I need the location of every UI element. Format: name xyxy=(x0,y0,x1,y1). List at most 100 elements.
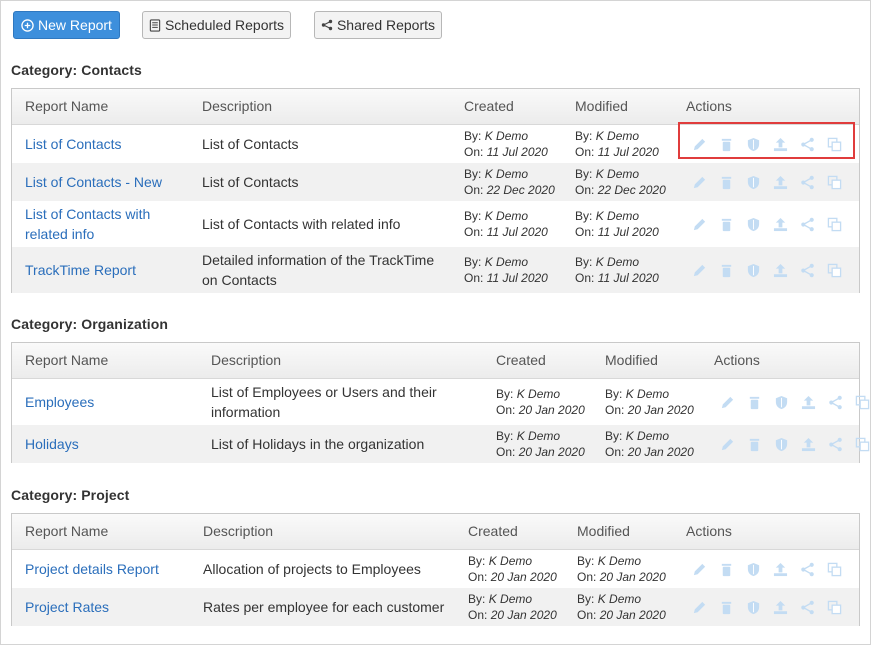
pencil-icon[interactable] xyxy=(686,172,713,192)
upload-icon[interactable] xyxy=(795,434,822,454)
row-actions xyxy=(686,597,848,617)
trash-icon[interactable] xyxy=(713,559,740,579)
modified-info: By: K Demo On: 11 Jul 2020 xyxy=(575,129,659,159)
upload-icon[interactable] xyxy=(767,260,794,280)
table-row: Employees List of Employees or Users and … xyxy=(12,379,870,425)
copy-icon[interactable] xyxy=(849,392,871,412)
copy-icon[interactable] xyxy=(821,214,848,234)
row-actions xyxy=(686,214,848,234)
table-row: Holidays List of Holidays in the organiza… xyxy=(12,425,870,463)
share-icon[interactable] xyxy=(822,392,849,412)
shield-icon[interactable] xyxy=(740,214,767,234)
report-name-link[interactable]: Employees xyxy=(25,392,94,412)
table-row: Project Rates Rates per employee for each… xyxy=(12,588,859,626)
column-header-description: Description xyxy=(211,352,282,368)
report-name-link[interactable]: Project Rates xyxy=(25,597,109,617)
pencil-icon[interactable] xyxy=(686,134,713,154)
created-info: By: K Demo On: 20 Jan 2020 xyxy=(496,387,585,417)
created-info: By: K Demo On: 22 Dec 2020 xyxy=(464,167,555,197)
shield-icon[interactable] xyxy=(740,134,767,154)
column-header-description: Description xyxy=(203,523,274,539)
share-icon[interactable] xyxy=(822,434,849,454)
row-actions xyxy=(686,172,848,192)
pencil-icon[interactable] xyxy=(686,260,713,280)
upload-icon[interactable] xyxy=(767,597,794,617)
category-title: Category: Contacts xyxy=(11,62,142,78)
report-description: Allocation of projects to Employees xyxy=(203,561,421,577)
document-icon xyxy=(149,18,161,32)
trash-icon[interactable] xyxy=(713,134,740,154)
pencil-icon[interactable] xyxy=(686,214,713,234)
new-report-button[interactable]: New Report xyxy=(13,11,120,39)
upload-icon[interactable] xyxy=(767,134,794,154)
new-report-label: New Report xyxy=(38,17,112,33)
column-header-created: Created xyxy=(468,523,518,539)
report-name-link[interactable]: List of Contacts - New xyxy=(25,172,162,192)
shield-icon[interactable] xyxy=(740,559,767,579)
scheduled-reports-label: Scheduled Reports xyxy=(164,17,285,33)
shared-reports-button[interactable]: Shared Reports xyxy=(314,11,442,39)
upload-icon[interactable] xyxy=(767,172,794,192)
share-icon xyxy=(321,19,333,31)
shield-icon[interactable] xyxy=(740,172,767,192)
column-header-actions: Actions xyxy=(714,352,760,368)
report-table: Report Name Description Created Modified Act… xyxy=(11,88,860,293)
shield-icon[interactable] xyxy=(768,434,795,454)
created-info: By: K Demo On: 11 Jul 2020 xyxy=(464,129,548,159)
report-name-link[interactable]: Holidays xyxy=(25,434,79,454)
column-header-name: Report Name xyxy=(25,352,109,368)
copy-icon[interactable] xyxy=(821,134,848,154)
column-header-actions: Actions xyxy=(686,98,732,114)
report-name-link[interactable]: List of Contacts xyxy=(25,134,122,154)
trash-icon[interactable] xyxy=(713,172,740,192)
column-header-name: Report Name xyxy=(25,98,109,114)
row-actions xyxy=(686,134,848,154)
copy-icon[interactable] xyxy=(821,260,848,280)
report-name-link[interactable]: Project details Report xyxy=(25,559,159,579)
copy-icon[interactable] xyxy=(821,559,848,579)
table-row: TrackTime Report Detailed information of … xyxy=(12,247,859,293)
pencil-icon[interactable] xyxy=(686,559,713,579)
table-row: List of Contacts - New List of Contacts B… xyxy=(12,163,859,201)
scheduled-reports-button[interactable]: Scheduled Reports xyxy=(142,11,291,39)
share-icon[interactable] xyxy=(794,559,821,579)
upload-icon[interactable] xyxy=(795,392,822,412)
created-info: By: K Demo On: 20 Jan 2020 xyxy=(468,554,557,584)
report-description: List of Contacts with related info xyxy=(202,216,401,232)
row-actions xyxy=(686,260,848,280)
upload-icon[interactable] xyxy=(767,559,794,579)
column-header-modified: Modified xyxy=(575,98,628,114)
created-info: By: K Demo On: 20 Jan 2020 xyxy=(468,592,557,622)
table-header: Report Name Description Created Modified Act… xyxy=(12,89,859,125)
row-actions xyxy=(714,434,871,454)
report-name-link[interactable]: List of Contacts with related info xyxy=(25,204,150,244)
share-icon[interactable] xyxy=(794,134,821,154)
trash-icon[interactable] xyxy=(713,260,740,280)
report-name-link[interactable]: TrackTime Report xyxy=(25,260,136,280)
upload-icon[interactable] xyxy=(767,214,794,234)
shared-reports-label: Shared Reports xyxy=(336,17,436,33)
share-icon[interactable] xyxy=(794,260,821,280)
pencil-icon[interactable] xyxy=(714,392,741,412)
modified-info: By: K Demo On: 20 Jan 2020 xyxy=(577,554,666,584)
trash-icon[interactable] xyxy=(713,214,740,234)
copy-icon[interactable] xyxy=(821,597,848,617)
shield-icon[interactable] xyxy=(740,597,767,617)
shield-icon[interactable] xyxy=(768,392,795,412)
share-icon[interactable] xyxy=(794,172,821,192)
column-header-actions: Actions xyxy=(686,523,732,539)
pencil-icon[interactable] xyxy=(686,597,713,617)
copy-icon[interactable] xyxy=(849,434,871,454)
copy-icon[interactable] xyxy=(821,172,848,192)
trash-icon[interactable] xyxy=(741,434,768,454)
shield-icon[interactable] xyxy=(740,260,767,280)
report-description: List of Contacts xyxy=(202,174,299,190)
table-row: List of Contacts List of Contacts By: K D… xyxy=(12,125,859,163)
trash-icon[interactable] xyxy=(741,392,768,412)
pencil-icon[interactable] xyxy=(714,434,741,454)
report-table: Report Name Description Created Modified Act… xyxy=(11,513,860,626)
share-icon[interactable] xyxy=(794,214,821,234)
share-icon[interactable] xyxy=(794,597,821,617)
trash-icon[interactable] xyxy=(713,597,740,617)
created-info: By: K Demo On: 11 Jul 2020 xyxy=(464,255,548,285)
